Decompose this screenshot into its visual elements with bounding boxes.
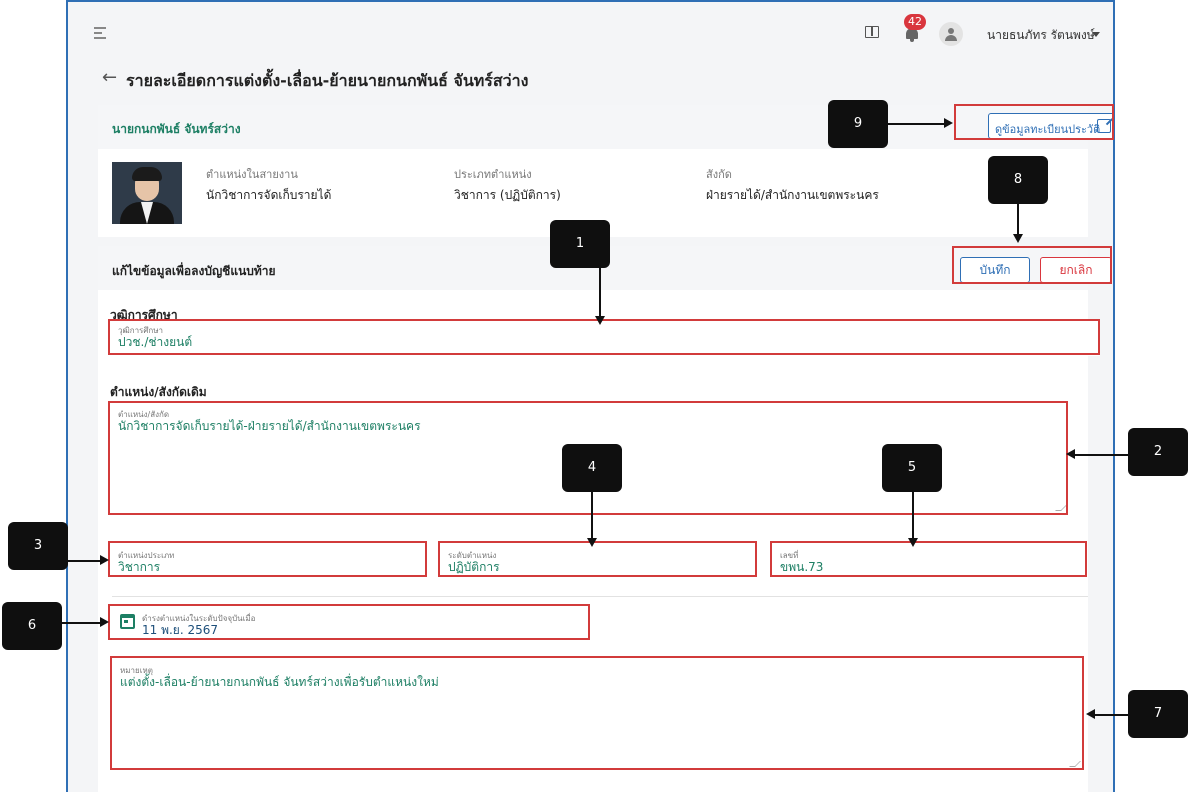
position-level-field-value: ปฏิบัติการ xyxy=(448,560,500,574)
arrow-8-head xyxy=(1013,234,1023,243)
position-section-title: ตำแหน่ง/สังกัดเดิม xyxy=(110,385,207,399)
position-level-field[interactable]: ระดับตำแหน่ง ปฏิบัติการ xyxy=(440,545,758,579)
position-affiliation-value: นักวิชาการจัดเก็บรายได้-ฝ่ายรายได้/สำนัก… xyxy=(118,419,421,433)
resize-handle-icon[interactable] xyxy=(1055,505,1067,511)
arrow-6-head xyxy=(100,617,109,627)
arrow-6 xyxy=(62,622,100,624)
cancel-button[interactable]: ยกเลิก xyxy=(1040,257,1112,283)
person-name: นายกนกพันธ์ จันทร์สว่าง xyxy=(112,122,241,136)
page-title: รายละเอียดการแต่งตั้ง-เลื่อน-ย้ายนายกนกพ… xyxy=(126,71,529,90)
position-type-field[interactable]: ตำแหน่งประเภท วิชาการ xyxy=(110,545,428,579)
position-number-field-value: ขพน.73 xyxy=(780,560,824,574)
user-avatar-icon[interactable] xyxy=(939,22,963,46)
chevron-down-icon[interactable] xyxy=(1092,32,1100,37)
resize-handle-icon[interactable] xyxy=(1069,761,1081,767)
arrow-2 xyxy=(1074,454,1128,456)
remark-textarea[interactable]: หมายเหตุ แต่งตั้ง-เลื่อน-ย้ายนายกนกพันธ์… xyxy=(112,660,1084,772)
affiliation-value: ฝ่ายรายได้/สำนักงานเขตพระนคร xyxy=(706,188,879,202)
section-divider xyxy=(112,596,1088,597)
person-card-header: นายกนกพันธ์ จันทร์สว่าง ดูข้อมูลทะเบียนป… xyxy=(98,105,1113,149)
callout-2: 2 xyxy=(1128,428,1188,476)
menu-collapse-icon[interactable] xyxy=(94,26,110,40)
arrow-8 xyxy=(1017,204,1019,234)
callout-1: 1 xyxy=(550,220,610,268)
arrow-3-head xyxy=(100,555,109,565)
position-number-field[interactable]: เลขที่ ขพน.73 xyxy=(772,545,1088,579)
callout-3: 3 xyxy=(8,522,68,570)
remark-value: แต่งตั้ง-เลื่อน-ย้ายนายกนกพันธ์ จันทร์สว… xyxy=(120,675,439,689)
app-window: 42 นายธนภัทร รัตนพงษ์ ← รายละเอียดการแต่… xyxy=(66,0,1115,792)
arrow-2-head xyxy=(1066,449,1075,459)
current-level-date-value: 11 พ.ย. 2567 xyxy=(142,623,219,637)
arrow-1-head xyxy=(595,316,605,325)
user-name[interactable]: นายธนภัทร รัตนพงษ์ xyxy=(987,26,1095,45)
back-arrow-icon[interactable]: ← xyxy=(102,68,117,88)
arrow-4-head xyxy=(587,538,597,547)
position-type-value: วิชาการ (ปฏิบัติการ) xyxy=(454,188,561,202)
arrow-7 xyxy=(1094,714,1128,716)
callout-7: 7 xyxy=(1128,690,1188,738)
view-profile-label: ดูข้อมูลทะเบียนประวัติ xyxy=(995,123,1101,136)
arrow-5 xyxy=(912,492,914,538)
external-link-icon xyxy=(1097,119,1111,133)
current-level-date-field[interactable]: ดำรงตำแหน่งในระดับปัจจุบันเมื่อ 11 พ.ย. … xyxy=(110,608,590,642)
position-type-label: ประเภทตำแหน่ง xyxy=(454,168,532,181)
edit-form-title: แก้ไขข้อมูลเพื่อลงบัญชีแนบท้าย xyxy=(112,264,276,278)
arrow-4 xyxy=(591,492,593,538)
position-label: ตำแหน่งในสายงาน xyxy=(206,168,298,181)
arrow-9-head xyxy=(944,118,953,128)
edit-form-card: แก้ไขข้อมูลเพื่อลงบัญชีแนบท้าย บันทึก ยก… xyxy=(98,246,1112,792)
education-field[interactable]: วุฒิการศึกษา ปวช./ช่างยนต์ xyxy=(110,320,1100,356)
callout-4: 4 xyxy=(562,444,622,492)
position-value: นักวิชาการจัดเก็บรายได้ xyxy=(206,188,332,202)
person-summary-card: นายกนกพันธ์ จันทร์สว่าง ดูข้อมูลทะเบียนป… xyxy=(98,105,1113,237)
callout-9: 9 xyxy=(828,100,888,148)
callout-5: 5 xyxy=(882,444,942,492)
book-icon[interactable] xyxy=(865,26,879,38)
arrow-9 xyxy=(888,123,944,125)
arrow-7-head xyxy=(1086,709,1095,719)
calendar-icon[interactable] xyxy=(120,614,135,629)
view-profile-button[interactable]: ดูข้อมูลทะเบียนประวัติ xyxy=(988,113,1113,139)
callout-8: 8 xyxy=(988,156,1048,204)
arrow-5-head xyxy=(908,538,918,547)
arrow-3 xyxy=(68,560,100,562)
position-type-field-value: วิชาการ xyxy=(118,560,161,574)
profile-photo xyxy=(112,162,182,224)
education-field-value: ปวช./ช่างยนต์ xyxy=(118,335,193,349)
callout-6: 6 xyxy=(2,602,62,650)
affiliation-label: สังกัด xyxy=(706,168,732,181)
notification-badge: 42 xyxy=(904,14,926,30)
save-button[interactable]: บันทึก xyxy=(960,257,1030,283)
arrow-1 xyxy=(599,268,601,316)
